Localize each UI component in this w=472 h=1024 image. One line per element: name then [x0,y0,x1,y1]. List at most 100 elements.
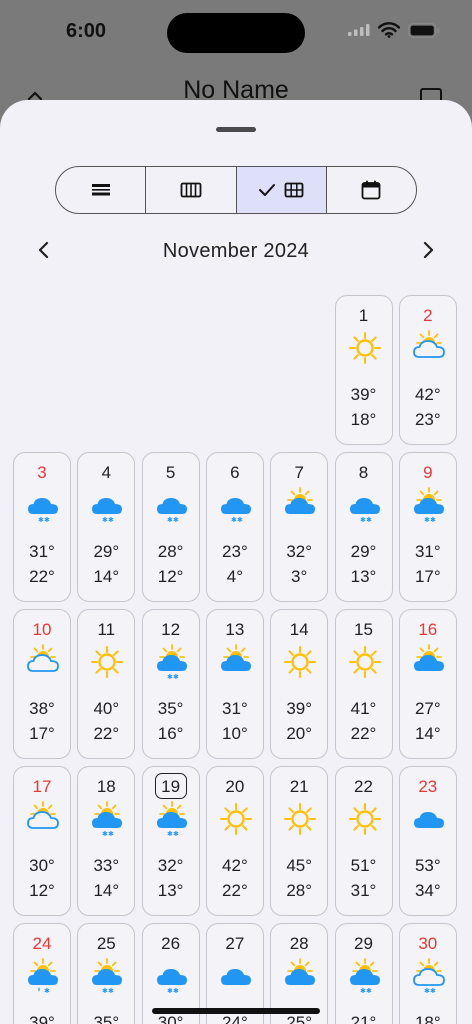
day-cell[interactable]: 6 ✱ ✱ 23° 4° [205,452,264,602]
low-temperature: 12° [29,881,55,900]
day-cell[interactable]: 13 31° 10° [205,609,264,759]
low-temperature: 4° [226,567,244,586]
sun-cloud-snow-weather-icon: ✱ ✱ [89,958,125,995]
day-number: 23 [418,777,438,796]
view-mode-columns-button[interactable] [146,167,237,213]
view-mode-calendar-button[interactable] [327,167,416,213]
day-cell[interactable]: 16 27° 14° [398,609,457,759]
day-number: 20 [225,777,245,796]
low-temperature: 22° [222,881,248,900]
partly-cloudy-weather-icon [411,330,447,366]
low-temperature: 13° [350,567,377,586]
sun-cloud-snow-weather-icon: ✱ ✱ [347,958,383,995]
day-number: 12 [161,620,181,639]
svg-text:✱: ✱ [237,516,243,523]
calendar-icon [361,180,381,200]
svg-text:✱: ✱ [173,673,179,680]
day-cell[interactable]: 30 ✱ ✱ 18° [398,923,457,1024]
sun-weather-icon [218,801,254,837]
high-temperature: 18° [414,1013,441,1024]
day-cell[interactable]: 1 39° 18° [334,295,393,445]
day-cell[interactable]: 21 45° 28° [270,766,329,916]
high-temperature: 45° [286,856,313,875]
sun-cloud-rain-weather-icon: ✱ [25,958,61,995]
low-temperature: 12° [157,567,184,586]
high-temperature: 42° [222,856,248,875]
day-cell[interactable]: 18 ✱ ✱ 33° 14° [77,766,136,916]
day-cell[interactable]: 11 40° 22° [77,609,136,759]
sun-weather-icon [347,801,383,837]
high-temperature: 53° [414,856,441,875]
day-number: 18 [96,777,116,796]
cloud-snow-weather-icon: ✱ ✱ [218,487,254,524]
day-cell[interactable]: 9 ✱ ✱ 31° 17° [398,452,457,602]
svg-text:✱: ✱ [108,830,114,837]
high-temperature: 39° [350,385,377,404]
day-cell[interactable]: 3 ✱ ✱ 31° 22° [13,452,71,602]
high-temperature: 40° [93,699,120,718]
high-temperature: 35° [93,1013,120,1024]
svg-text:✱: ✱ [108,987,114,994]
partly-cloudy-weather-icon [25,644,61,680]
low-temperature: 16° [157,724,184,743]
view-mode-list-button[interactable] [56,167,147,213]
sun-weather-icon [282,644,318,680]
day-cell[interactable]: 23 53° 34° [398,766,457,916]
day-number: 13 [225,620,245,639]
status-time: 6:00 [66,20,107,42]
day-cell[interactable]: 7 32° 3° [270,452,329,602]
svg-text:✱: ✱ [366,987,372,994]
sun-cloud-weather-icon [282,487,318,523]
next-month-chevron-icon[interactable] [418,240,438,260]
day-number: 29 [354,934,373,953]
cloud-snow-weather-icon: ✱ ✱ [154,958,190,995]
sun-weather-icon [89,644,125,680]
day-number: 25 [96,934,116,953]
day-number: 9 [423,463,433,482]
day-cell[interactable]: 22 51° 31° [334,766,393,916]
day-cell[interactable]: 20 42° 22° [205,766,264,916]
day-number: 27 [225,934,245,953]
day-cell[interactable]: 25 ✱ ✱ 35° [77,923,136,1024]
view-mode-grid-button[interactable] [236,167,327,213]
low-temperature: 22° [29,567,55,586]
high-temperature: 32° [157,856,184,875]
low-temperature: 13° [157,881,184,900]
dynamic-island [167,13,305,53]
day-cell[interactable]: 10 38° 17° [13,609,71,759]
svg-text:✱: ✱ [173,987,179,994]
day-cell[interactable]: 19 ✱ ✱ 32° 13° [141,766,200,916]
sun-weather-icon [347,330,383,366]
day-cell[interactable]: 2 42° 23° [398,295,457,445]
high-temperature: 32° [286,542,313,561]
high-temperature: 39° [286,699,313,718]
high-temperature: 23° [222,542,248,561]
high-temperature: 31° [222,699,248,718]
day-cell[interactable]: 14 39° 20° [270,609,329,759]
cloud-weather-icon [218,958,254,994]
day-cell[interactable]: 24 ✱ 39° [13,923,71,1024]
low-temperature: 22° [93,724,120,743]
day-cell[interactable]: 4 ✱ ✱ 29° 14° [77,452,136,602]
day-cell[interactable]: 15 41° 22° [334,609,393,759]
day-cell[interactable]: 29 ✱ ✱ 21° [334,923,393,1024]
cloud-snow-weather-icon: ✱ ✱ [89,487,125,524]
day-cell[interactable]: 8 ✱ ✱ 29° 13° [334,452,393,602]
day-cell[interactable]: 5 ✱ ✱ 28° 12° [141,452,200,602]
svg-text:✱: ✱ [430,516,436,523]
day-cell[interactable]: 17 30° 12° [13,766,71,916]
day-number: 10 [32,620,52,639]
high-temperature: 24° [222,1013,248,1024]
wifi-icon [378,22,400,38]
high-temperature: 31° [29,542,55,561]
low-temperature: 34° [414,881,441,900]
status-icons [348,22,440,38]
day-number: 28 [289,934,309,953]
sheet-drag-handle[interactable] [216,127,256,132]
low-temperature: 31° [350,881,377,900]
low-temperature: 17° [29,724,55,743]
day-cell[interactable]: 12 ✱ ✱ 35° 16° [141,609,200,759]
svg-text:✱: ✱ [366,516,372,523]
low-temperature: 10° [222,724,248,743]
partly-cloudy-weather-icon [25,801,61,837]
